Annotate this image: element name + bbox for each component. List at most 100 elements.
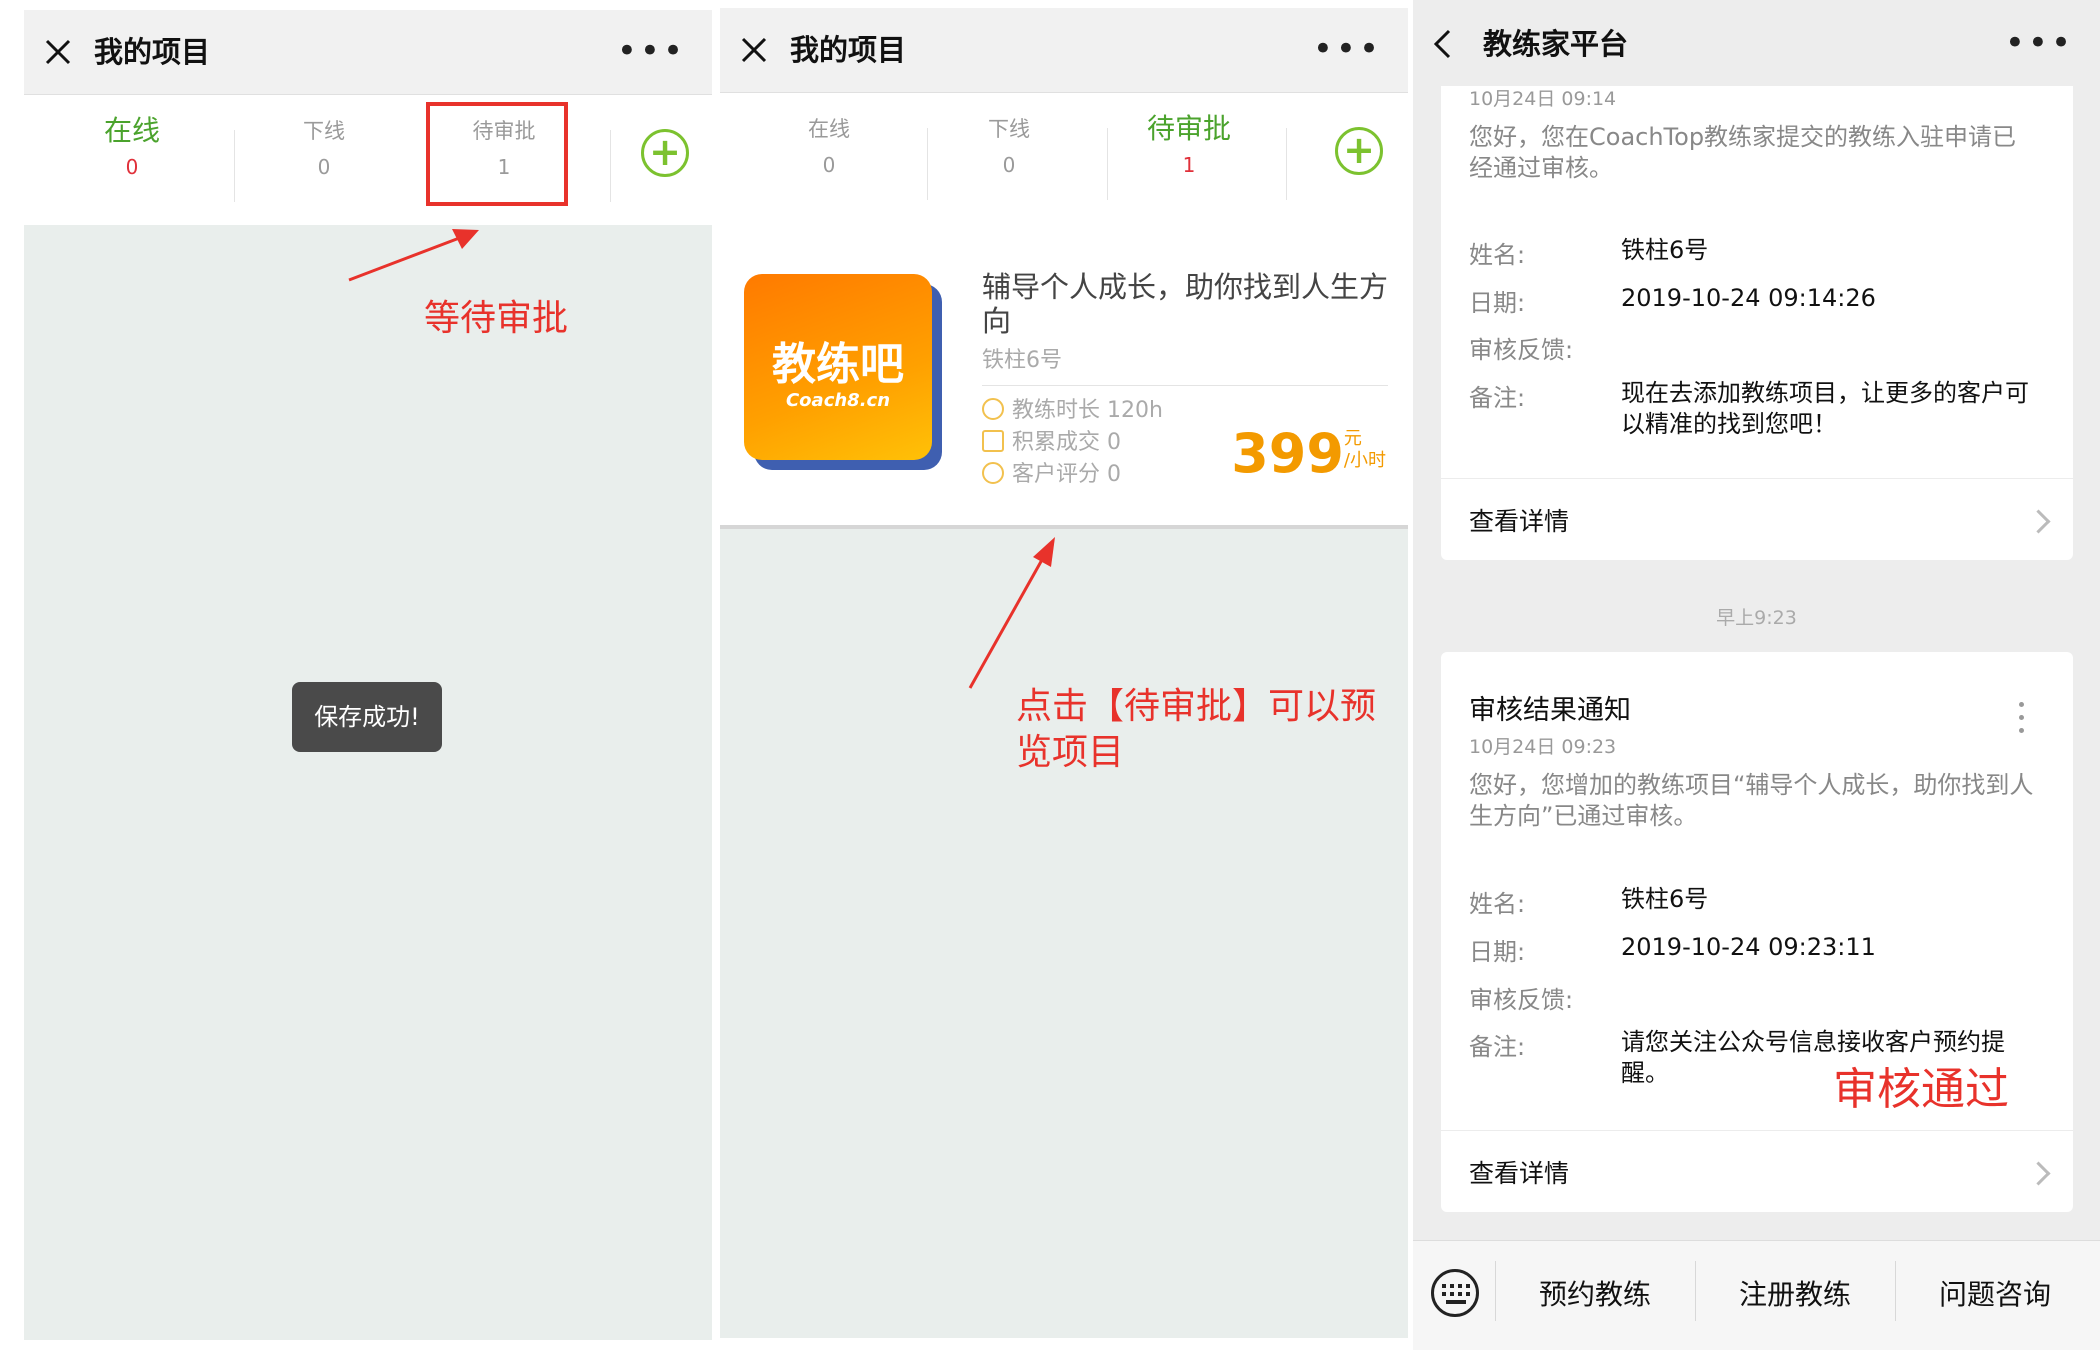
field-label: 日期:	[1469, 938, 1526, 966]
field-value: 铁柱6号	[1621, 236, 1709, 264]
tab-label: 下线	[303, 119, 345, 143]
message-card-application-approved: 10月24日 09:14 您好，您在CoachTop教练家提交的教练入驻申请已经…	[1441, 50, 2073, 560]
field-label: 备注:	[1469, 1033, 1526, 1061]
field-label: 审核反馈:	[1469, 336, 1574, 364]
add-project-button[interactable]: +	[641, 129, 689, 177]
keyboard-icon[interactable]	[1431, 1269, 1479, 1317]
official-account-menu: 预约教练 注册教练 问题咨询	[1413, 1240, 2100, 1350]
stat-text: 客户评分 0	[1012, 462, 1121, 487]
price-value: 399	[1231, 422, 1344, 485]
stat-deals: 积累成交 0	[982, 428, 1121, 458]
tab-count: 0	[125, 155, 139, 179]
message-title: 审核结果通知	[1469, 695, 1631, 726]
vertical-more-icon[interactable]	[2019, 702, 2025, 741]
add-project-button[interactable]: +	[1335, 127, 1383, 175]
clock-icon	[982, 398, 1004, 420]
logo-text: 教练吧	[772, 339, 904, 390]
nav-bar: 我的项目 •••	[720, 8, 1408, 93]
tab-count: 1	[1182, 153, 1196, 177]
annotation-arrow	[968, 537, 1055, 689]
page-title: 我的项目	[790, 33, 907, 67]
annotation-waiting-approval: 等待审批	[424, 298, 569, 339]
card-divider	[1441, 478, 2073, 479]
annotation-preview-hint: 点击【待审批】可以预览项目	[1016, 686, 1377, 773]
project-title: 辅导个人成长，助你找到人生方向	[982, 270, 1389, 338]
nav-bar: 教练家平台 •••	[1413, 0, 2100, 86]
stat-text: 教练时长 120h	[1012, 398, 1163, 423]
message-body: 您好，您增加的教练项目“辅导个人成长，助你找到人生方向”已通过审核。	[1469, 771, 2034, 830]
tab-online[interactable]: 在线 0	[749, 111, 909, 183]
tab-divider	[610, 130, 611, 202]
field-label: 姓名:	[1469, 890, 1526, 918]
close-icon[interactable]	[42, 36, 74, 68]
status-tabs: 在线 0 下线 0 待审批 1 +	[720, 93, 1408, 223]
more-icon[interactable]: •••	[1313, 32, 1382, 66]
screen-chat-coach-platform: 10月24日 09:14 您好，您在CoachTop教练家提交的教练入驻申请已经…	[1413, 0, 2100, 1350]
page-title: 教练家平台	[1483, 27, 1629, 61]
view-details-link[interactable]: 查看详情	[1469, 502, 1569, 538]
tab-count: 0	[317, 155, 331, 179]
price-unit-bottom: /小时	[1343, 450, 1386, 471]
price-unit-top: 元	[1343, 428, 1362, 449]
field-value: 2019-10-24 09:14:26	[1621, 284, 1876, 312]
stat-rating: 客户评分 0	[982, 460, 1121, 490]
field-label: 备注:	[1469, 384, 1526, 412]
project-card[interactable]: 教练吧 Coach8.cn 辅导个人成长，助你找到人生方向 铁柱6号 教练时长 …	[720, 220, 1408, 529]
view-details-link[interactable]: 查看详情	[1469, 1154, 1569, 1190]
nav-bar: 我的项目 •••	[24, 10, 712, 95]
price-unit: 元/小时	[1344, 428, 1386, 472]
field-label: 日期:	[1469, 289, 1526, 317]
project-logo: 教练吧 Coach8.cn	[744, 274, 942, 470]
field-label: 姓名:	[1469, 241, 1526, 269]
message-time: 10月24日 09:23	[1469, 736, 1617, 758]
highlight-box	[426, 102, 568, 206]
chat-timestamp: 早上9:23	[1716, 607, 1797, 629]
tab-label: 在线	[808, 117, 850, 141]
field-value: 现在去添加教练项目，让更多的客户可以精准的找到您吧！	[1621, 379, 2029, 438]
menu-book-coach[interactable]: 预约教练	[1495, 1273, 1695, 1313]
message-body: 您好，您在CoachTop教练家提交的教练入驻申请已经通过审核。	[1469, 123, 2017, 182]
card-divider	[1441, 1130, 2073, 1131]
screen-my-projects-saved: 我的项目 ••• 在线 0 下线 0 待审批 1 + 等待审批 保存成功!	[24, 10, 712, 1340]
back-icon[interactable]	[1431, 28, 1453, 60]
stat-coaching-hours: 教练时长 120h	[982, 396, 1163, 426]
chevron-right-icon[interactable]	[2026, 1161, 2051, 1186]
document-icon	[982, 430, 1004, 452]
project-price: 399元/小时	[1231, 422, 1386, 485]
rating-icon	[982, 462, 1004, 484]
tab-label: 下线	[988, 117, 1030, 141]
message-time: 10月24日 09:14	[1469, 88, 1617, 110]
page-title: 我的项目	[94, 35, 211, 69]
tab-divider	[1107, 128, 1108, 200]
tab-count: 0	[1002, 153, 1016, 177]
menu-register-coach[interactable]: 注册教练	[1695, 1273, 1895, 1313]
stat-text: 积累成交 0	[1012, 430, 1121, 455]
field-value: 2019-10-24 09:23:11	[1621, 933, 1876, 961]
more-icon[interactable]: •••	[2005, 26, 2074, 60]
tab-pending[interactable]: 待审批 1	[1109, 111, 1269, 183]
field-value: 铁柱6号	[1621, 885, 1709, 913]
tab-label: 待审批	[1146, 112, 1231, 145]
annotation-arrow	[348, 229, 479, 282]
tab-divider	[234, 130, 235, 202]
field-label: 审核反馈:	[1469, 986, 1574, 1014]
logo-tile: 教练吧 Coach8.cn	[744, 274, 932, 460]
tab-online[interactable]: 在线 0	[52, 113, 212, 185]
screen-my-projects-pending: 我的项目 ••• 在线 0 下线 0 待审批 1 + 教练吧 Coach8.cn…	[720, 8, 1408, 1338]
close-icon[interactable]	[738, 34, 770, 66]
annotation-approved: 审核通过	[1833, 1064, 2009, 1115]
tab-divider	[927, 128, 928, 200]
tab-label: 在线	[103, 114, 160, 147]
logo-subtext: Coach8.cn	[785, 390, 891, 411]
menu-faq[interactable]: 问题咨询	[1895, 1273, 2095, 1313]
card-divider	[982, 385, 1388, 386]
chevron-right-icon[interactable]	[2026, 509, 2051, 534]
status-tabs: 在线 0 下线 0 待审批 1 +	[24, 95, 712, 225]
project-author: 铁柱6号	[982, 348, 1062, 373]
toast-save-success: 保存成功!	[292, 682, 442, 752]
tab-count: 0	[822, 153, 836, 177]
tab-offline[interactable]: 下线 0	[929, 111, 1089, 183]
message-card-review-result: 审核结果通知 10月24日 09:23 您好，您增加的教练项目“辅导个人成长，助…	[1441, 652, 2073, 1212]
more-icon[interactable]: •••	[617, 34, 686, 68]
tab-offline[interactable]: 下线 0	[244, 113, 404, 185]
